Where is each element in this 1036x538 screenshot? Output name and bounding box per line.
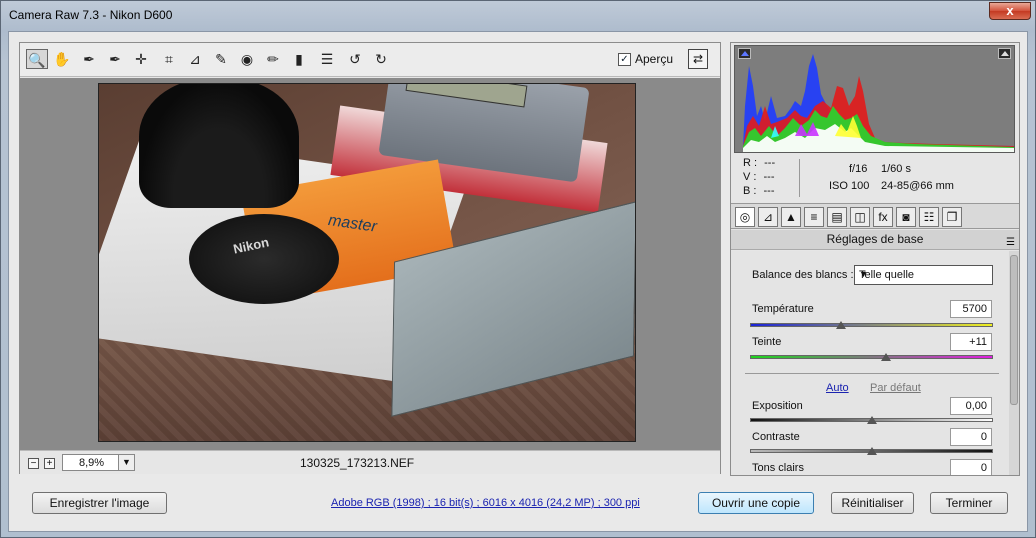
tab-camera-calibration-icon[interactable]: ◙ [896, 207, 916, 227]
red-eye-tool-icon[interactable]: ◉ [236, 49, 258, 69]
settings-scrollbar[interactable] [1009, 251, 1019, 475]
done-button[interactable]: Terminer [930, 492, 1008, 514]
tool-bar: 🔍 ✋ ✒ ✒ ✛ ⌗ ⊿ ✎ ◉ ✏ ▮ ☰ ↺ ↻ ✓ Aperçu ⇄ [20, 43, 720, 77]
shutter-value: 1/60 s [881, 163, 911, 175]
reset-button[interactable]: Réinitialiser [831, 492, 914, 514]
photo-lens-hood [139, 84, 299, 208]
white-balance-label: Balance des blancs : [752, 269, 854, 281]
zoom-level-value: 8,9% [79, 457, 105, 469]
temperature-slider-thumb[interactable] [836, 321, 846, 329]
straighten-tool-icon[interactable]: ⊿ [184, 49, 206, 69]
preview-panel: 🔍 ✋ ✒ ✒ ✛ ⌗ ⊿ ✎ ◉ ✏ ▮ ☰ ↺ ↻ ✓ Aperçu ⇄ m… [19, 42, 721, 474]
preview-toggle[interactable]: ✓ Aperçu [618, 52, 673, 66]
temperature-field[interactable]: 5700 [950, 300, 992, 318]
tab-effects-icon[interactable]: fx [873, 207, 893, 227]
white-balance-select[interactable]: Telle quelle ▼ [854, 265, 993, 285]
tint-field[interactable]: +11 [950, 333, 992, 351]
adjustment-brush-tool-icon[interactable]: ✏ [262, 49, 284, 69]
pixel-readout: R : --- V : --- B : --- f/16 1/60 s ISO … [731, 157, 1019, 201]
histogram-graph [743, 54, 1014, 152]
rotate-left-icon[interactable]: ↺ [344, 49, 366, 69]
preview-checkbox[interactable]: ✓ [618, 52, 631, 66]
tab-detail-icon[interactable]: ▲ [781, 207, 801, 227]
preferences-icon[interactable]: ☰ [316, 49, 338, 69]
camera-raw-window: Camera Raw 7.3 - Nikon D600 x 🔍 ✋ ✒ ✒ ✛ … [0, 0, 1036, 538]
tab-presets-icon[interactable]: ☷ [919, 207, 939, 227]
photo-lens-cap: Nikon [189, 214, 339, 304]
panel-tabs: ◎ ⊿ ▲ ≡ ▤ ◫ fx ◙ ☷ ❐ [731, 203, 1019, 229]
workflow-options-link[interactable]: Adobe RGB (1998) ; 16 bit(s) ; 6016 x 40… [331, 497, 640, 509]
tab-tone-curve-icon[interactable]: ⊿ [758, 207, 778, 227]
preview-label: Aperçu [635, 52, 674, 66]
target-adjustment-tool-icon[interactable]: ✛ [130, 49, 152, 69]
shadow-clipping-icon[interactable] [738, 48, 751, 59]
iso-value: ISO 100 [829, 180, 870, 192]
r-readout: R : --- [743, 157, 776, 169]
window-title: Camera Raw 7.3 - Nikon D600 [9, 8, 173, 22]
tab-split-toning-icon[interactable]: ▤ [827, 207, 847, 227]
temperature-label: Température [752, 303, 814, 315]
graduated-filter-tool-icon[interactable]: ▮ [288, 49, 310, 69]
histogram [734, 45, 1015, 153]
raw-photo-preview[interactable]: master Nikon [98, 83, 636, 442]
photo-orange-booklet-text: master [327, 212, 378, 236]
tint-slider[interactable] [750, 355, 993, 359]
fullscreen-toggle-icon[interactable]: ⇄ [688, 49, 708, 69]
preview-status-bar: − + 8,9% ▼ 130325_173213.NEF [20, 450, 720, 474]
panel-menu-icon[interactable]: ☰ [1006, 233, 1015, 252]
aperture-value: f/16 [849, 163, 868, 175]
lens-value: 24-85@66 mm [881, 180, 954, 192]
default-link[interactable]: Par défaut [870, 382, 921, 394]
crop-tool-icon[interactable]: ⌗ [158, 49, 180, 69]
white-balance-tool-icon[interactable]: ✒ [78, 49, 100, 69]
divider [745, 373, 999, 374]
highlights-field[interactable]: 0 [950, 459, 992, 475]
title-bar[interactable]: Camera Raw 7.3 - Nikon D600 x [1, 1, 1035, 31]
close-window-button[interactable]: x [989, 2, 1031, 20]
exposure-field[interactable]: 0,00 [950, 397, 992, 415]
rotate-right-icon[interactable]: ↻ [370, 49, 392, 69]
tint-label: Teinte [752, 336, 782, 348]
tint-slider-thumb[interactable] [881, 353, 891, 361]
exposure-label: Exposition [752, 400, 803, 412]
dialog-client-area: 🔍 ✋ ✒ ✒ ✛ ⌗ ⊿ ✎ ◉ ✏ ▮ ☰ ↺ ↻ ✓ Aperçu ⇄ m… [8, 31, 1028, 532]
adjustments-panel: R : --- V : --- B : --- f/16 1/60 s ISO … [730, 42, 1020, 476]
section-title: Réglages de base ☰ [731, 230, 1019, 250]
photo-lens-cap-text: Nikon [231, 234, 271, 257]
zoom-tool-icon[interactable]: 🔍 [26, 49, 48, 69]
chevron-down-icon: ▼ [859, 269, 868, 279]
b-readout: B : --- [743, 185, 775, 197]
exposure-slider-thumb[interactable] [867, 416, 877, 424]
tab-basic-icon[interactable]: ◎ [735, 207, 755, 227]
tab-snapshots-icon[interactable]: ❐ [942, 207, 962, 227]
save-image-button[interactable]: Enregistrer l'image [32, 492, 167, 514]
file-name: 130325_173213.NEF [300, 456, 415, 470]
spot-removal-tool-icon[interactable]: ✎ [210, 49, 232, 69]
contrast-slider-thumb[interactable] [867, 447, 877, 455]
color-sampler-tool-icon[interactable]: ✒ [104, 49, 126, 69]
open-copy-button[interactable]: Ouvrir une copie [698, 492, 814, 514]
contrast-label: Contraste [752, 431, 800, 443]
basic-settings: Balance des blancs : Telle quelle ▼ Temp… [731, 251, 1019, 475]
chevron-down-icon[interactable]: ▼ [118, 455, 134, 470]
auto-link[interactable]: Auto [826, 382, 849, 394]
settings-scroll-thumb[interactable] [1010, 255, 1018, 405]
zoom-out-button[interactable]: − [28, 458, 39, 469]
zoom-in-button[interactable]: + [44, 458, 55, 469]
section-title-label: Réglages de base [826, 232, 924, 246]
highlights-label: Tons clairs [752, 462, 804, 474]
image-canvas[interactable]: master Nikon [20, 78, 720, 450]
readout-divider [799, 159, 800, 197]
tab-hsl-icon[interactable]: ≡ [804, 207, 824, 227]
highlight-clipping-icon[interactable] [998, 48, 1011, 59]
contrast-field[interactable]: 0 [950, 428, 992, 446]
tab-lens-corrections-icon[interactable]: ◫ [850, 207, 870, 227]
temperature-slider[interactable] [750, 323, 993, 327]
zoom-level-select[interactable]: 8,9% ▼ [62, 454, 135, 471]
hand-tool-icon[interactable]: ✋ [51, 49, 73, 69]
v-readout: V : --- [743, 171, 775, 183]
